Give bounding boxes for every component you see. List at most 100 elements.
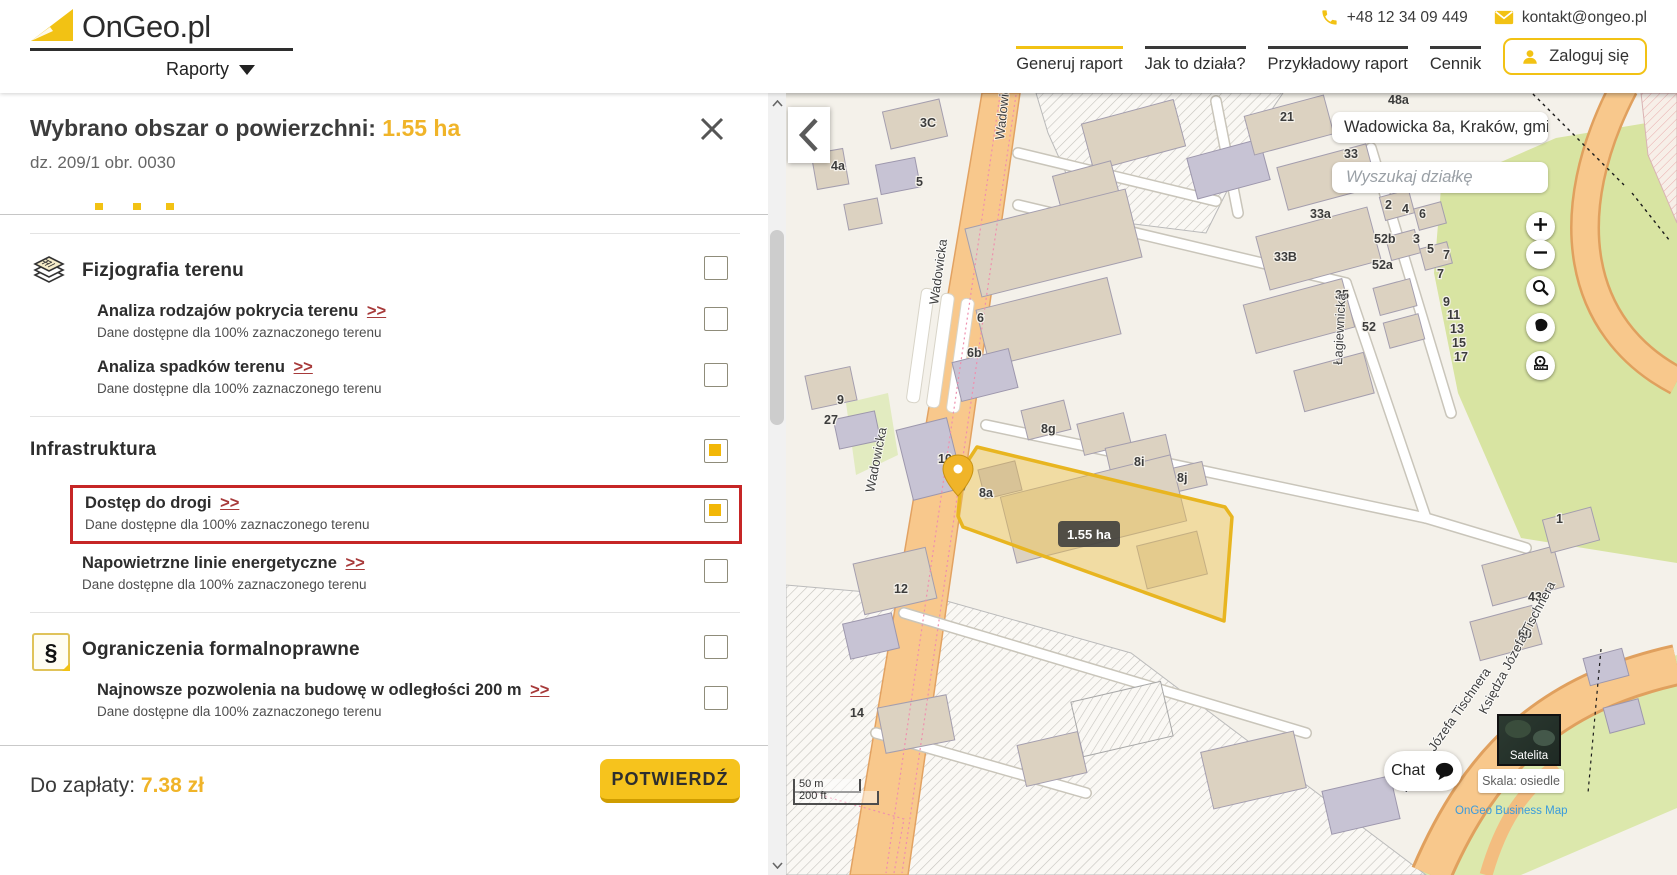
section-title: Infrastruktura bbox=[30, 439, 156, 461]
panel-footer: Do zapłaty: 7.38 zł POTWIERDŹ bbox=[0, 745, 768, 875]
section-checkbox[interactable] bbox=[704, 256, 728, 280]
option-checkbox[interactable] bbox=[704, 686, 728, 710]
panel-scrollbar[interactable] bbox=[768, 93, 786, 875]
report-section: §Ograniczenia formalnoprawne Najnowsze po… bbox=[0, 633, 768, 721]
option-details-link[interactable]: >> bbox=[367, 302, 386, 320]
nav-item[interactable]: Przykładowy raport bbox=[1268, 46, 1408, 74]
option-details-link[interactable]: >> bbox=[220, 494, 239, 512]
select-area-icon bbox=[1532, 316, 1549, 339]
building-number-label: 6b bbox=[967, 346, 982, 360]
option-availability-note: Dane dostępne dla 100% zaznaczonego tere… bbox=[97, 381, 768, 396]
parcel-search-input[interactable] bbox=[1344, 167, 1536, 188]
divider bbox=[30, 233, 740, 234]
building-number-label: 11 bbox=[1447, 308, 1460, 322]
phone-link[interactable]: +48 12 34 09 449 bbox=[1320, 8, 1468, 27]
option-details-link[interactable]: >> bbox=[346, 554, 365, 572]
panel-header: Wybrano obszar o powierzchni: 1.55 ha dz… bbox=[0, 93, 768, 200]
clipped-item-fragment bbox=[0, 200, 768, 214]
contact-info: +48 12 34 09 449 kontakt@ongeo.pl bbox=[1320, 8, 1647, 27]
scale-indicator: Skala: osiedle bbox=[1478, 769, 1564, 793]
option-availability-note: Dane dostępne dla 100% zaznaczonego tere… bbox=[85, 517, 739, 532]
total-price: 7.38 zł bbox=[141, 774, 204, 797]
logo[interactable]: OnGeo.pl Raporty bbox=[30, 8, 293, 80]
address-search-input[interactable]: Wadowicka 8a, Kraków, gmina bbox=[1332, 112, 1548, 143]
nav-item[interactable]: Generuj raport bbox=[1016, 46, 1122, 74]
scrollbar-thumb[interactable] bbox=[770, 230, 784, 425]
option-label: Najnowsze pozwolenia na budowę w odległo… bbox=[97, 681, 768, 700]
divider bbox=[30, 416, 740, 417]
zoom-in-button[interactable] bbox=[1526, 212, 1555, 241]
building-number-label: 5 bbox=[1427, 242, 1434, 256]
building-number-label: 13 bbox=[1450, 322, 1464, 336]
option-checkbox[interactable] bbox=[704, 307, 728, 331]
option-checkbox[interactable] bbox=[704, 363, 728, 387]
option-details-link[interactable]: >> bbox=[530, 681, 549, 699]
building-number-label: 14 bbox=[850, 706, 864, 720]
zoom-out-icon bbox=[1533, 243, 1548, 266]
building-number-label: 7 bbox=[1437, 267, 1444, 281]
email-link[interactable]: kontakt@ongeo.pl bbox=[1494, 9, 1647, 27]
divider bbox=[30, 612, 740, 613]
logo-text: OnGeo.pl bbox=[82, 11, 211, 42]
measure-icon bbox=[1532, 354, 1550, 377]
report-option-row: Dostęp do drogi >>Dane dostępne dla 100%… bbox=[73, 494, 739, 534]
building-number-label: 33B bbox=[1274, 250, 1297, 264]
scale-bar: 50 m 200 ft bbox=[793, 779, 879, 805]
chevron-left-icon bbox=[798, 118, 820, 152]
building-number-label: 6 bbox=[1419, 207, 1426, 221]
option-availability-note: Dane dostępne dla 100% zaznaczonego tere… bbox=[97, 325, 768, 340]
report-section: Infrastruktura Dostęp do drogi >>Dane dos… bbox=[0, 437, 768, 594]
option-details-link[interactable]: >> bbox=[294, 358, 313, 376]
building-number-label: 6 bbox=[977, 311, 984, 325]
report-options-list: Fizjografia terenuAnaliza rodzajów pokry… bbox=[0, 200, 768, 745]
scroll-up-arrow[interactable] bbox=[768, 95, 786, 111]
confirm-button[interactable]: POTWIERDŹ bbox=[600, 759, 740, 803]
report-section: Fizjografia terenuAnaliza rodzajów pokry… bbox=[0, 254, 768, 398]
map-attribution[interactable]: OnGeo Business Map bbox=[1455, 805, 1568, 817]
building-number-label: 52 bbox=[1362, 320, 1376, 334]
option-checkbox[interactable] bbox=[704, 559, 728, 583]
report-option-row: Analiza spadków terenu >>Dane dostępne d… bbox=[0, 358, 768, 398]
select-area-button[interactable] bbox=[1526, 313, 1555, 342]
search-map-button[interactable] bbox=[1526, 276, 1555, 305]
building-number-label: 1 bbox=[1556, 512, 1563, 526]
satellite-texture bbox=[1533, 730, 1555, 746]
section-checkbox[interactable] bbox=[704, 439, 728, 463]
nav-item[interactable]: Cennik bbox=[1430, 46, 1481, 74]
building-number-label: 3C bbox=[920, 116, 936, 130]
option-checkbox[interactable] bbox=[704, 499, 728, 523]
area-value: 1.55 ha bbox=[382, 115, 460, 141]
map-area: 3C4a566b927108g8i8j8a121448a213333a33B35… bbox=[786, 93, 1677, 875]
reports-menu[interactable]: Raporty bbox=[30, 51, 293, 80]
section-checkbox[interactable] bbox=[704, 635, 728, 659]
measure-button[interactable] bbox=[1526, 351, 1555, 380]
main-nav: Generuj raport Jak to działa? Przykładowy … bbox=[1016, 46, 1647, 75]
scroll-down-arrow[interactable] bbox=[768, 857, 786, 873]
back-button[interactable] bbox=[788, 107, 830, 163]
building-number-label: 8i bbox=[1134, 455, 1144, 469]
zoom-out-button[interactable] bbox=[1526, 240, 1555, 269]
divider bbox=[0, 214, 768, 215]
svg-text:1.55 ha: 1.55 ha bbox=[1067, 527, 1112, 542]
building-number-label: 8j bbox=[1177, 471, 1187, 485]
header-shadow bbox=[786, 93, 1677, 99]
close-icon[interactable] bbox=[698, 115, 726, 143]
chat-bubble-icon bbox=[1434, 762, 1455, 781]
building-number-label: 3 bbox=[1413, 232, 1420, 246]
chat-button[interactable]: Chat bbox=[1384, 751, 1462, 791]
highlighted-option: Dostęp do drogi >>Dane dostępne dla 100%… bbox=[70, 485, 742, 544]
option-label: Napowietrzne linie energetyczne >> bbox=[82, 554, 768, 573]
phone-icon bbox=[1320, 8, 1339, 27]
layers-icon bbox=[32, 254, 66, 288]
building-number-label: 4a bbox=[831, 159, 846, 173]
nav-item[interactable]: Jak to działa? bbox=[1145, 46, 1246, 74]
sections: Fizjografia terenuAnaliza rodzajów pokry… bbox=[0, 233, 768, 721]
section-header: Infrastruktura bbox=[0, 437, 768, 473]
satellite-layer-toggle[interactable]: Satelita bbox=[1497, 714, 1561, 766]
report-option-row: Najnowsze pozwolenia na budowę w odległo… bbox=[0, 681, 768, 721]
section-header: §Ograniczenia formalnoprawne bbox=[0, 633, 768, 669]
app-window: OnGeo.pl Raporty +48 12 34 09 449 kontak… bbox=[0, 0, 1677, 875]
paragraph-icon: § bbox=[32, 633, 70, 671]
building-number-label: 52b bbox=[1374, 232, 1396, 246]
login-button[interactable]: Zaloguj się bbox=[1503, 38, 1647, 75]
